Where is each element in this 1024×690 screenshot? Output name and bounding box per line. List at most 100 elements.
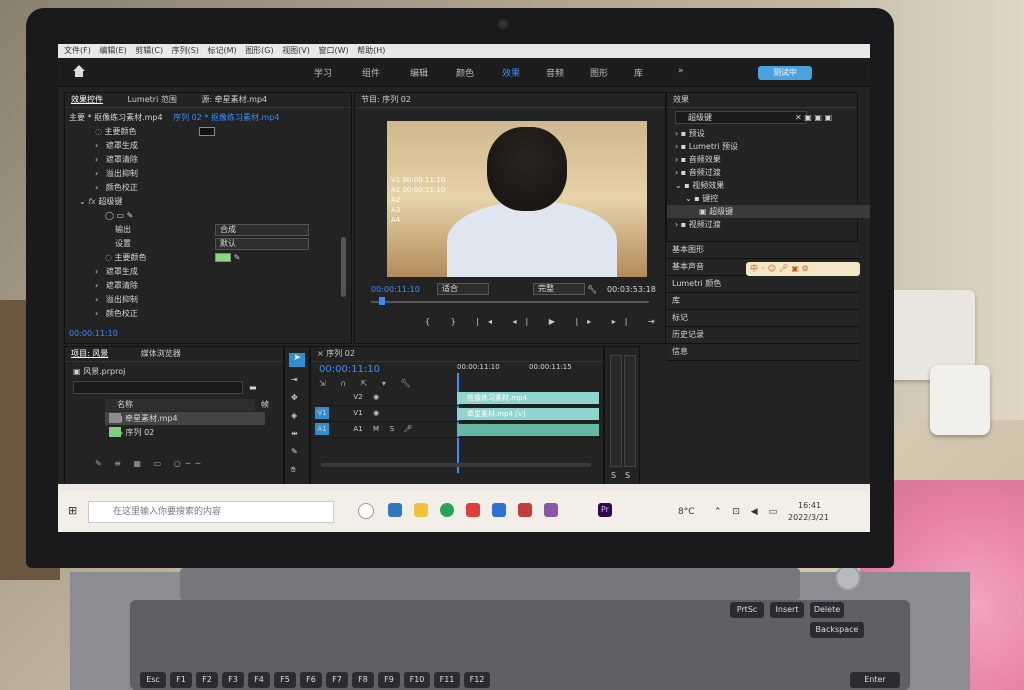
quality-dropdown[interactable]: 完整 [533, 283, 585, 295]
ec-row-spill-top[interactable]: › 溢出抑制 [95, 167, 138, 180]
track-a1-label[interactable]: A1 [351, 423, 365, 435]
power-button[interactable] [835, 565, 861, 591]
fit-dropdown[interactable]: 适合 [437, 283, 489, 295]
track-select-icon[interactable]: ⇥ [291, 373, 298, 386]
meter-solo-right[interactable]: S [625, 469, 630, 482]
ec-timecode[interactable]: 00:00:11:10 [69, 327, 118, 340]
key-delete[interactable]: Delete [810, 602, 844, 618]
app-icon-red[interactable] [518, 503, 532, 517]
ec-row-color-correction[interactable]: › 颜色校正 [95, 307, 138, 320]
key-f3[interactable]: F3 [222, 672, 244, 688]
menu-window[interactable]: 窗口(W) [318, 46, 348, 55]
key-color-swatch[interactable] [215, 253, 232, 262]
mic-icon[interactable]: 🎤︎ [401, 423, 415, 435]
timeline-zoom-scrollbar[interactable] [321, 463, 591, 467]
timeline-title[interactable]: × 序列 02 [311, 347, 603, 362]
chrome-icon[interactable] [440, 503, 454, 517]
clear-search-icon[interactable]: ✕ ▣ ▣ ▣ [795, 111, 832, 124]
panel-libraries[interactable]: 库 [666, 293, 859, 310]
program-timecode[interactable]: 00:00:11:10 [371, 283, 420, 296]
hand-icon[interactable]: ✋︎ [291, 463, 296, 476]
more-workspaces-icon[interactable]: » [678, 66, 684, 76]
ec-row-matte-cleanup-top[interactable]: › 遮罩清除 [95, 153, 138, 166]
tray-icons[interactable]: ⌃ ⊡ ◀ ▭ [714, 506, 781, 519]
tree-keying[interactable]: ⌄ ▪ 键控 [685, 192, 718, 205]
timeline-tools[interactable]: ⇲ ∩ ⇱ ▾ 🔧︎ [319, 377, 417, 390]
menu-sequence[interactable]: 序列(S) [172, 46, 199, 55]
timeline-timecode[interactable]: 00:00:11:10 [319, 363, 380, 376]
ec-row-spill-suppression[interactable]: › 溢出抑制 [95, 293, 138, 306]
wrench-icon[interactable]: 🔧︎ [587, 283, 597, 296]
menu-marker[interactable]: 标记(M) [207, 46, 236, 55]
output-dropdown[interactable]: 合成 [215, 224, 309, 236]
clip-path-sequence[interactable]: 序列 02 * 抠像练习素材.mp4 [173, 113, 279, 122]
workspace-editing[interactable]: 编辑 [410, 66, 428, 79]
slip-icon[interactable]: ⇹ [291, 427, 298, 440]
panel-lumetri-color[interactable]: Lumetri 颜色 [666, 276, 859, 293]
key-f6[interactable]: F6 [300, 672, 322, 688]
effects-search-input[interactable]: 超级键 [675, 111, 807, 124]
mask-shape-icons[interactable]: ◯ ▭ ✎ [105, 209, 133, 222]
setting-dropdown[interactable]: 默认 [215, 238, 309, 250]
project-view-controls[interactable]: ✎ ≡ ▦ ▭ ○── [95, 457, 205, 470]
col-name-header[interactable]: 名称 [117, 398, 133, 411]
panel-info[interactable]: 信息 [666, 344, 859, 361]
clip-v1[interactable]: 牵星素材.mp4 [V] [457, 408, 599, 420]
razor-icon[interactable]: ◈ [291, 409, 297, 422]
wps-icon[interactable] [466, 503, 480, 517]
key-f7[interactable]: F7 [326, 672, 348, 688]
menu-view[interactable]: 视图(V) [282, 46, 310, 55]
clip-a1[interactable] [457, 424, 599, 436]
tab-effect-controls[interactable]: 效果控件 [71, 95, 103, 104]
key-backspace[interactable]: Backspace [810, 622, 864, 638]
ec-row-matte-generation-top[interactable]: › 遮罩生成 [95, 139, 138, 152]
project-item-clip[interactable]: ▦ 牵星素材.mp4 [105, 412, 265, 425]
program-scrubber[interactable] [371, 301, 649, 303]
file-explorer-icon[interactable] [414, 503, 428, 517]
track-v1-label[interactable]: V1 [351, 407, 365, 419]
menu-file[interactable]: 文件(F) [64, 46, 91, 55]
effects-title[interactable]: 效果 [667, 93, 857, 108]
ec-row-key-color[interactable]: ◌ 主要颜色 ✎ [105, 251, 240, 264]
home-icon[interactable] [72, 64, 86, 78]
workspace-color[interactable]: 颜色 [456, 66, 474, 79]
key-f10[interactable]: F10 [404, 672, 430, 688]
color-swatch-dark[interactable] [199, 127, 216, 136]
col-frame-header[interactable]: 帧 [261, 398, 269, 411]
key-f2[interactable]: F2 [196, 672, 218, 688]
cloud-sync-button[interactable]: 测试中 [758, 66, 812, 80]
key-f12[interactable]: F12 [464, 672, 490, 688]
key-enter[interactable]: Enter [850, 672, 900, 688]
workspace-learn[interactable]: 学习 [314, 66, 332, 79]
tree-audio-effects[interactable]: › ▪ 音频效果 [675, 153, 721, 166]
tree-ultra-key[interactable]: ▣ 超级键 [667, 205, 870, 218]
key-prtsc[interactable]: PrtSc [730, 602, 764, 618]
key-insert[interactable]: Insert [770, 602, 804, 618]
ec-row-matte-cleanup[interactable]: › 遮罩清除 [95, 279, 138, 292]
ec-row-color-correction-top[interactable]: › 颜色校正 [95, 181, 138, 194]
tab-project[interactable]: 项目: 风景 [71, 349, 108, 358]
task-view-icon[interactable] [358, 503, 374, 519]
tree-presets[interactable]: › ▪ 预设 [675, 127, 705, 140]
selection-tool-icon[interactable]: ➤ [289, 353, 305, 367]
ec-fx-ultra-key[interactable]: ⌄ fx 超级键 [79, 195, 122, 208]
tree-audio-transitions[interactable]: › ▪ 音频过渡 [675, 166, 721, 179]
key-esc[interactable]: Esc [140, 672, 166, 688]
workspace-libraries[interactable]: 库 [634, 66, 643, 79]
workspace-graphics[interactable]: 图形 [590, 66, 608, 79]
program-title[interactable]: 节目: 序列 02 [355, 93, 665, 108]
app-icon-purple[interactable] [544, 503, 558, 517]
clip-path-master[interactable]: 主要 * 抠像练习素材.mp4 [69, 113, 163, 122]
ripple-edit-icon[interactable]: ✥ [291, 391, 298, 404]
tree-video-transitions[interactable]: › ▪ 视频过渡 [675, 218, 721, 231]
tab-media-browser[interactable]: 媒体浏览器 [141, 349, 181, 358]
clock-date[interactable]: 2022/3/21 [788, 511, 829, 524]
tab-source[interactable]: 源: 牵星素材.mp4 [201, 95, 267, 104]
clip-v2[interactable]: 抠像练习素材.mp4 [457, 392, 599, 404]
edge-icon[interactable] [388, 503, 402, 517]
key-f1[interactable]: F1 [170, 672, 192, 688]
panel-history[interactable]: 历史记录 [666, 327, 859, 344]
key-f9[interactable]: F9 [378, 672, 400, 688]
taskbar-search-input[interactable]: 在这里输入你要搜索的内容 [88, 501, 334, 523]
menu-help[interactable]: 帮助(H) [357, 46, 385, 55]
